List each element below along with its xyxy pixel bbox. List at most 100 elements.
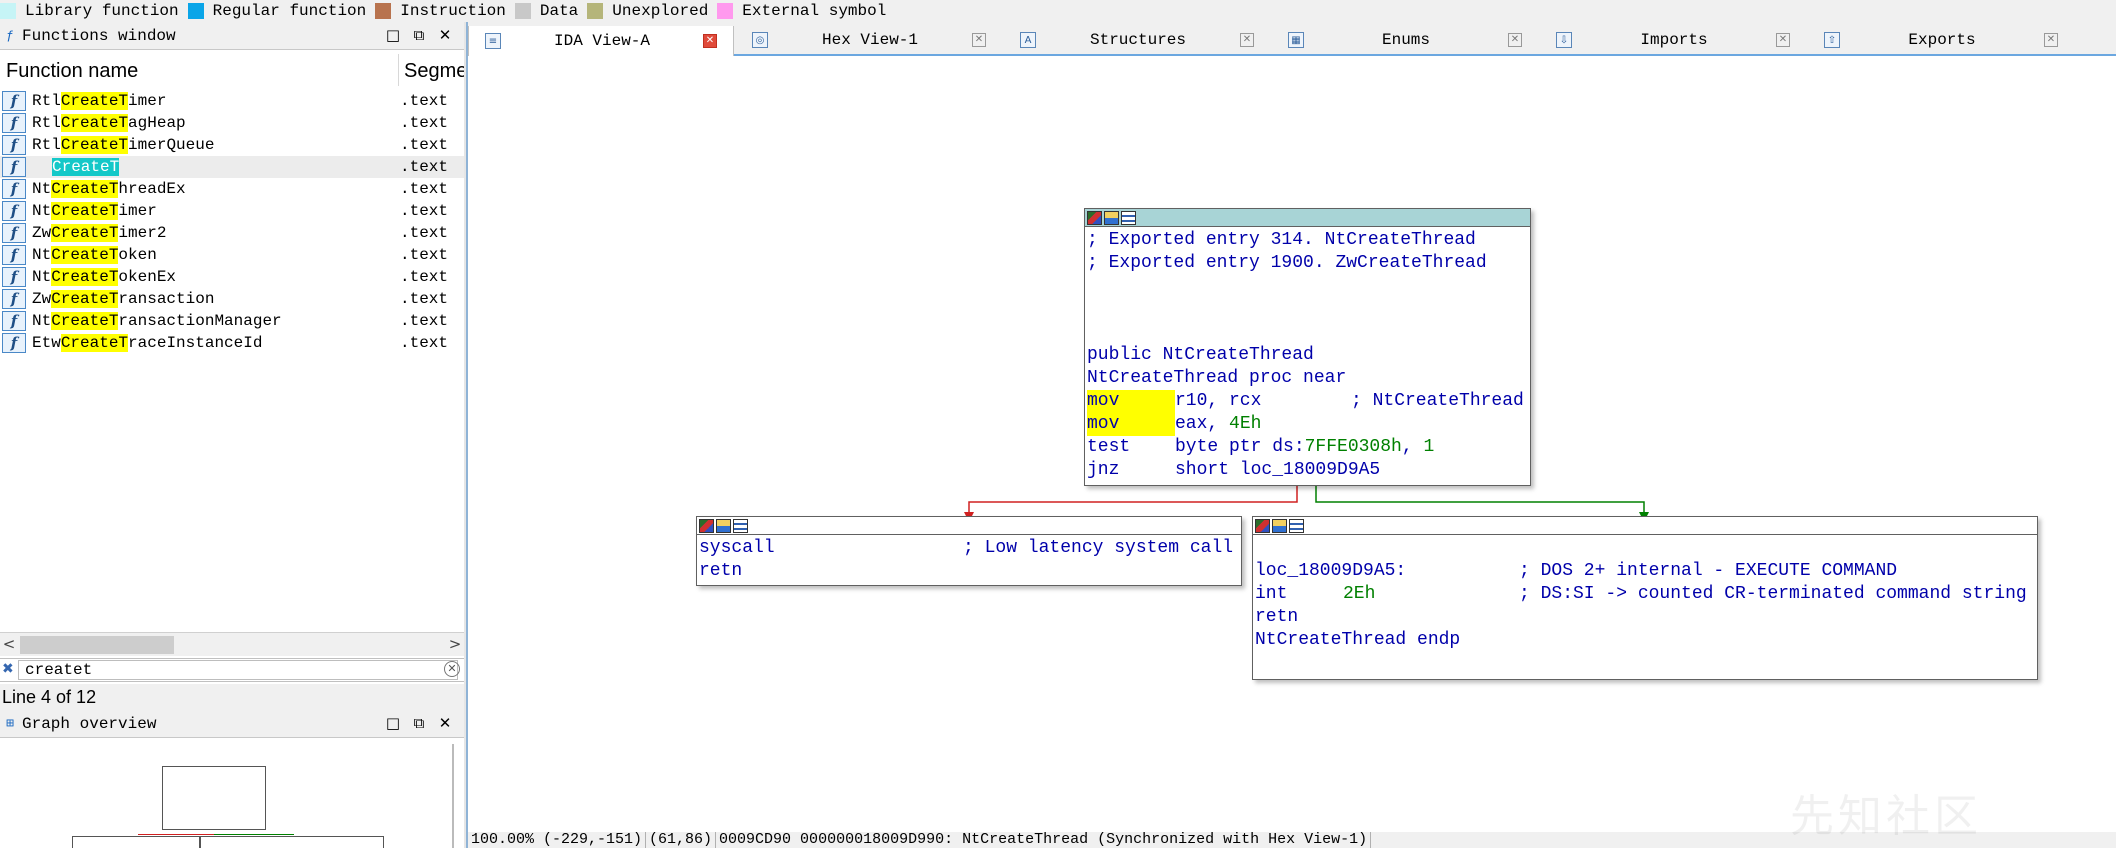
table-row[interactable]: f Nt CreateT hreadEx .text	[0, 178, 464, 200]
overview-node	[162, 766, 266, 830]
panel-float-icon[interactable]: ⧉	[406, 714, 432, 732]
color-icon[interactable]	[1255, 518, 1270, 533]
ida-graph-view[interactable]: ; Exported entry 314. NtCreateThread ; Ex…	[468, 56, 2116, 832]
function-icon: f	[2, 289, 26, 309]
column-function-name[interactable]: Function name	[6, 60, 138, 83]
panel-close-icon[interactable]: ✕	[432, 26, 458, 44]
close-icon[interactable]: ✕	[972, 33, 986, 47]
view-tabs: ≡ IDA View-A ✕ ◎ Hex View-1 ✕ A Structur…	[468, 22, 2116, 56]
graph-overview-icon: ⊞	[6, 716, 14, 731]
instruction-line[interactable]: syscall; Low latency system call	[699, 537, 1239, 560]
table-row[interactable]: f Etw CreateT raceInstanceId .text	[0, 332, 464, 354]
scroll-right-icon[interactable]: >	[446, 635, 464, 653]
instruction-line[interactable]: jnz short loc_18009D9A5	[1087, 459, 1528, 482]
close-icon[interactable]: ✕	[703, 34, 717, 48]
tab-exports[interactable]: ⇧ Exports ✕	[1808, 26, 2074, 54]
tab-hex-view-1[interactable]: ◎ Hex View-1 ✕	[736, 26, 1002, 54]
quick-filter-bar: ✖ createt ✕	[0, 658, 464, 682]
graph-overview-title: Graph overview	[22, 714, 157, 733]
block-header	[1085, 209, 1530, 227]
clear-filter-icon[interactable]: ✕	[444, 661, 460, 677]
table-row[interactable]: f Nt CreateT oken .text	[0, 244, 464, 266]
table-row[interactable]: f Nt CreateT ransactionManager .text	[0, 310, 464, 332]
panel-float-icon[interactable]: ⧉	[406, 26, 432, 44]
filter-input[interactable]: createt	[18, 660, 458, 680]
function-icon: f	[2, 245, 26, 265]
table-row[interactable]: f Nt CreateT okenEx .text	[0, 266, 464, 288]
horizontal-scrollbar[interactable]: < >	[0, 632, 464, 656]
image-icon[interactable]	[716, 518, 731, 533]
instruction-line[interactable]: mov r10, rcx; NtCreateThread	[1087, 390, 1528, 413]
close-icon[interactable]: ✕	[1240, 33, 1254, 47]
tab-ida-view-a[interactable]: ≡ IDA View-A ✕	[468, 26, 734, 56]
image-icon[interactable]	[1272, 518, 1287, 533]
function-window-icon: ƒ	[6, 28, 14, 43]
scroll-left-icon[interactable]: <	[0, 635, 18, 653]
comment-line: ; Exported entry 1900. ZwCreateThread	[1087, 253, 1487, 273]
entry-basic-block[interactable]: ; Exported entry 314. NtCreateThread ; Ex…	[1084, 208, 1531, 486]
instruction-line[interactable]: mov eax, 4Eh	[1087, 413, 1528, 436]
functions-window-titlebar[interactable]: ƒ Functions window □ ⧉ ✕	[0, 22, 464, 50]
legend-instruction: Instruction	[375, 2, 506, 20]
instruction-line[interactable]: int 2Eh; DS:SI -> counted CR-terminated c…	[1255, 583, 2035, 606]
function-icon: f	[2, 91, 26, 111]
block-header	[1253, 517, 2037, 535]
overview-node	[72, 836, 200, 848]
panel-close-icon[interactable]: ✕	[432, 714, 458, 732]
close-filter-icon[interactable]: ✖	[2, 661, 14, 677]
list-icon[interactable]	[733, 518, 748, 533]
close-icon[interactable]: ✕	[2044, 33, 2058, 47]
function-icon: f	[2, 113, 26, 133]
instruction-line[interactable]: test byte ptr ds:7FFE0308h, 1	[1087, 436, 1528, 459]
function-icon: f	[2, 135, 26, 155]
tab-imports[interactable]: ⇩ Imports ✕	[1540, 26, 1806, 54]
tab-enums[interactable]: ▦ Enums ✕	[1272, 26, 1538, 54]
syscall-basic-block[interactable]: syscall; Low latency system call retn	[696, 516, 1242, 586]
scrollbar-thumb[interactable]	[20, 636, 174, 654]
table-row[interactable]: f Rtl CreateT imerQueue .text	[0, 134, 464, 156]
table-row[interactable]: f Zw CreateT imer2 .text	[0, 222, 464, 244]
comment-line: ; Exported entry 314. NtCreateThread	[1087, 230, 1476, 250]
functions-table-header: Function name Segme	[0, 50, 467, 90]
panel-restore-icon[interactable]: □	[380, 26, 406, 44]
close-icon[interactable]: ✕	[1776, 33, 1790, 47]
instruction-line[interactable]: retn	[699, 560, 1239, 583]
label-line[interactable]: loc_18009D9A5:; DOS 2+ internal - EXECUT…	[1255, 560, 2035, 583]
legend-unexplored: Unexplored	[587, 2, 708, 20]
panel-restore-icon[interactable]: □	[380, 714, 406, 732]
proc-declaration: NtCreateThread proc near	[1087, 368, 1347, 388]
address-info: 0009CD90 000000018009D990: NtCreateThrea…	[716, 832, 1372, 848]
public-declaration: public NtCreateThread	[1087, 345, 1314, 365]
graph-overview-canvas[interactable]	[2, 744, 458, 848]
instruction-line[interactable]: retn	[1255, 606, 2035, 629]
function-icon: f	[2, 201, 26, 221]
legend-regular-function: Regular function	[187, 2, 366, 20]
close-icon[interactable]: ✕	[1508, 33, 1522, 47]
table-row[interactable]: f Zw CreateT ransaction .text	[0, 288, 464, 310]
functions-window-title: Functions window	[22, 26, 176, 45]
block-header	[697, 517, 1241, 535]
column-segment[interactable]: Segme	[404, 60, 467, 83]
hex-view-icon: ◎	[752, 32, 768, 48]
color-icon[interactable]	[1087, 210, 1102, 225]
structures-icon: A	[1020, 32, 1036, 48]
tab-structures[interactable]: A Structures ✕	[1004, 26, 1270, 54]
edge-true-branch	[1315, 486, 1645, 514]
table-row[interactable]: f Rtl CreateT imer .text	[0, 90, 464, 112]
table-row-selected[interactable]: f CreateT .text	[0, 156, 464, 178]
left-panel: ƒ Functions window □ ⧉ ✕ Function name S…	[0, 22, 467, 848]
functions-list: f Rtl CreateT imer .text f Rtl CreateT agHeap .t…	[0, 90, 464, 354]
legend-external-symbol: External symbol	[717, 2, 886, 20]
function-icon: f	[2, 179, 26, 199]
image-icon[interactable]	[1104, 210, 1119, 225]
watermark: 先知社区	[1790, 791, 1982, 842]
int2e-basic-block[interactable]: loc_18009D9A5:; DOS 2+ internal - EXECUT…	[1252, 516, 2038, 680]
color-icon[interactable]	[699, 518, 714, 533]
list-icon[interactable]	[1121, 210, 1136, 225]
edge-false-branch	[968, 486, 1298, 514]
table-row[interactable]: f Rtl CreateT agHeap .text	[0, 112, 464, 134]
list-icon[interactable]	[1289, 518, 1304, 533]
color-legend: Library function Regular function Instru…	[0, 0, 2116, 22]
table-row[interactable]: f Nt CreateT imer .text	[0, 200, 464, 222]
graph-overview-titlebar[interactable]: ⊞ Graph overview □ ⧉ ✕	[0, 710, 464, 738]
